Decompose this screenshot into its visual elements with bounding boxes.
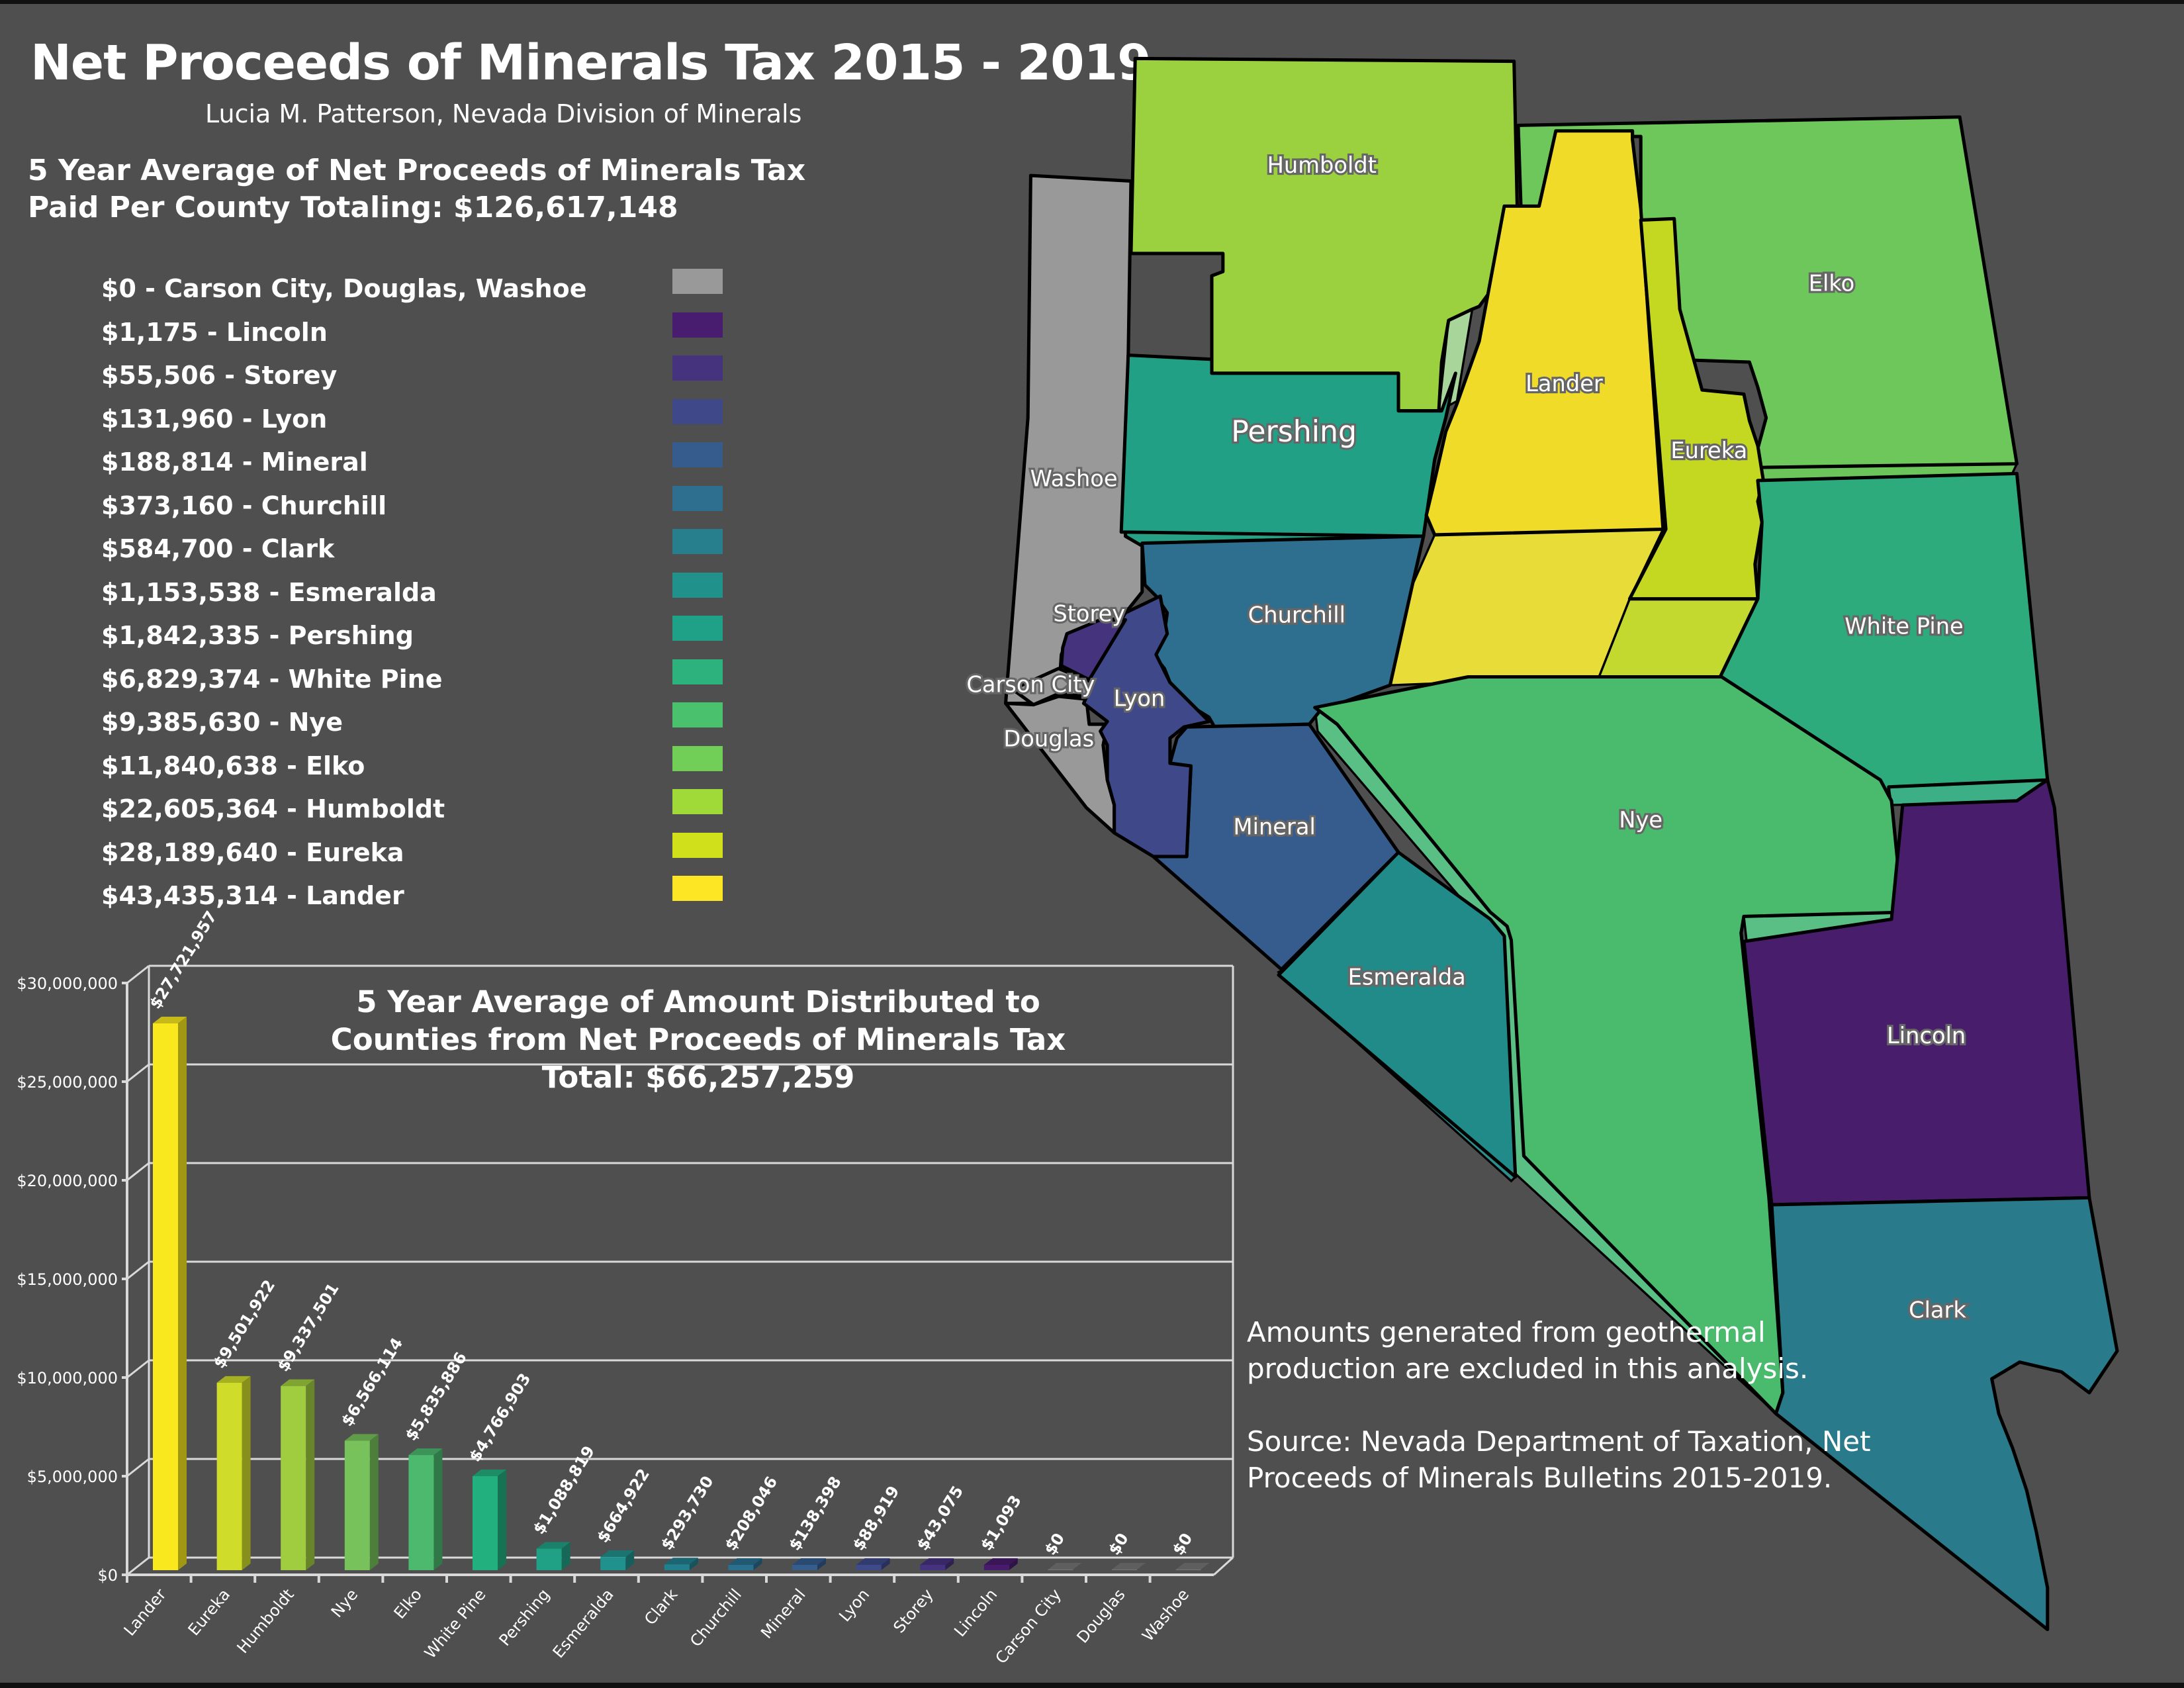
bar-washoe[interactable] [1175,1563,1210,1570]
bar-value-label: $43,075 [913,1483,968,1554]
bar-douglas[interactable] [1112,1563,1146,1570]
bar-elko[interactable] [408,1448,443,1570]
y-tick-label: $20,000,000 [17,1172,118,1190]
x-tick-label: Storey [889,1585,936,1636]
x-tick-label: Lyon [835,1585,873,1625]
chart-title: 5 Year Average of Amount Distributed to … [304,983,1092,1096]
x-tick-label: Elko [390,1585,426,1622]
bar-nye[interactable] [344,1434,379,1570]
y-tick-label: $0 [97,1566,118,1585]
bar-value-label: $208,046 [721,1473,782,1554]
chart-title-text: 5 Year Average of Amount Distributed to … [330,984,1066,1057]
x-tick-label: Carson City [992,1585,1065,1667]
bar-front-face [664,1564,690,1570]
bar-side-face [306,1379,315,1570]
bar-top-face [1112,1563,1146,1570]
bar-value-label: $1,093 [977,1492,1025,1554]
bar-front-face [216,1382,242,1570]
bar-pershing[interactable] [536,1542,570,1570]
bar-value-label: $5,835,886 [402,1349,471,1444]
bar-front-face [281,1385,306,1570]
bar-front-face [600,1557,626,1570]
bar-churchill[interactable] [728,1558,762,1570]
bar-side-face [178,1016,187,1570]
bar-storey[interactable] [920,1558,954,1570]
bar-value-label: $88,919 [849,1483,903,1554]
bar-front-face [153,1023,178,1570]
bar-value-label: $0 [1169,1530,1196,1558]
notes: Amounts generated from geothermal produc… [1247,1314,1909,1532]
bar-value-label: $4,766,903 [465,1370,534,1466]
bar-carson-city[interactable] [1048,1563,1082,1570]
bar-eureka[interactable] [216,1376,251,1570]
bar-white-pine[interactable] [473,1469,506,1570]
bar-value-label: $0 [1105,1530,1132,1558]
x-tick-label: Mineral [757,1585,809,1642]
bar-value-label: $293,730 [657,1473,717,1554]
bar-lincoln[interactable] [983,1558,1018,1570]
bar-front-face [728,1565,754,1570]
gridline-depth [126,1063,150,1083]
chart-total: Total: $66,257,259 [541,1060,855,1095]
bar-humboldt[interactable] [281,1379,315,1570]
bar-clark[interactable] [664,1558,698,1570]
gridline-depth [126,1359,150,1379]
x-tick-label: Lincoln [950,1585,1001,1640]
bar-side-face [433,1448,443,1570]
bar-top-face [1048,1563,1082,1570]
bottom-border [0,1683,2184,1688]
x-tick-label: Eureka [185,1585,234,1639]
bar-side-face [242,1376,251,1570]
bar-side-face [498,1469,506,1570]
bar-esmeralda[interactable] [600,1550,635,1570]
floor-right-edge [1213,1556,1234,1576]
gridline-depth [126,964,150,984]
x-tick-label: Humboldt [234,1585,298,1657]
bar-value-label: $664,922 [594,1466,654,1546]
gridline-depth [126,1458,150,1477]
bar-value-label: $0 [1041,1530,1068,1558]
bar-lyon[interactable] [856,1558,890,1570]
y-tick-label: $30,000,000 [17,974,118,993]
bar-front-face [344,1440,370,1570]
y-tick-label: $25,000,000 [17,1073,118,1092]
bar-value-label: $27,721,957 [146,908,220,1012]
bar-lander[interactable] [153,1016,187,1570]
x-tick-label: Douglas [1073,1585,1128,1647]
bar-top-face [1175,1563,1210,1570]
geothermal-note: Amounts generated from geothermal produc… [1247,1316,1809,1385]
source-note: Source: Nevada Department of Taxation, N… [1247,1425,1871,1494]
gridline-depth [126,1556,150,1576]
y-tick-label: $10,000,000 [17,1369,118,1387]
x-tick-label: Washoe [1138,1585,1193,1645]
bar-front-face [792,1565,817,1570]
bar-value-label: $1,088,819 [529,1442,598,1538]
bar-value-label: $6,566,114 [338,1335,406,1430]
y-tick-label: $15,000,000 [17,1270,118,1289]
bar-front-face [473,1476,498,1570]
bar-value-label: $138,398 [785,1473,845,1554]
x-tick-label: Nye [328,1585,362,1621]
bar-mineral[interactable] [792,1558,826,1570]
bar-front-face [920,1565,946,1570]
bar-front-face [856,1565,882,1570]
bar-front-face [408,1455,434,1570]
x-tick-label: Churchill [686,1585,745,1650]
x-tick-label: White Pine [421,1585,490,1662]
gridline-depth [126,1162,150,1182]
x-tick-label: Lander [120,1585,170,1640]
x-tick-label: Esmeralda [549,1585,617,1662]
bar-side-face [369,1434,379,1570]
x-tick-label: Clark [641,1585,681,1628]
y-tick-label: $5,000,000 [27,1468,118,1486]
gridline-depth [126,1260,150,1280]
x-tick-label: Pershing [495,1585,553,1650]
bar-front-face [536,1548,562,1570]
bar-value-label: $9,501,922 [210,1276,279,1372]
bar-front-face [983,1565,1009,1570]
